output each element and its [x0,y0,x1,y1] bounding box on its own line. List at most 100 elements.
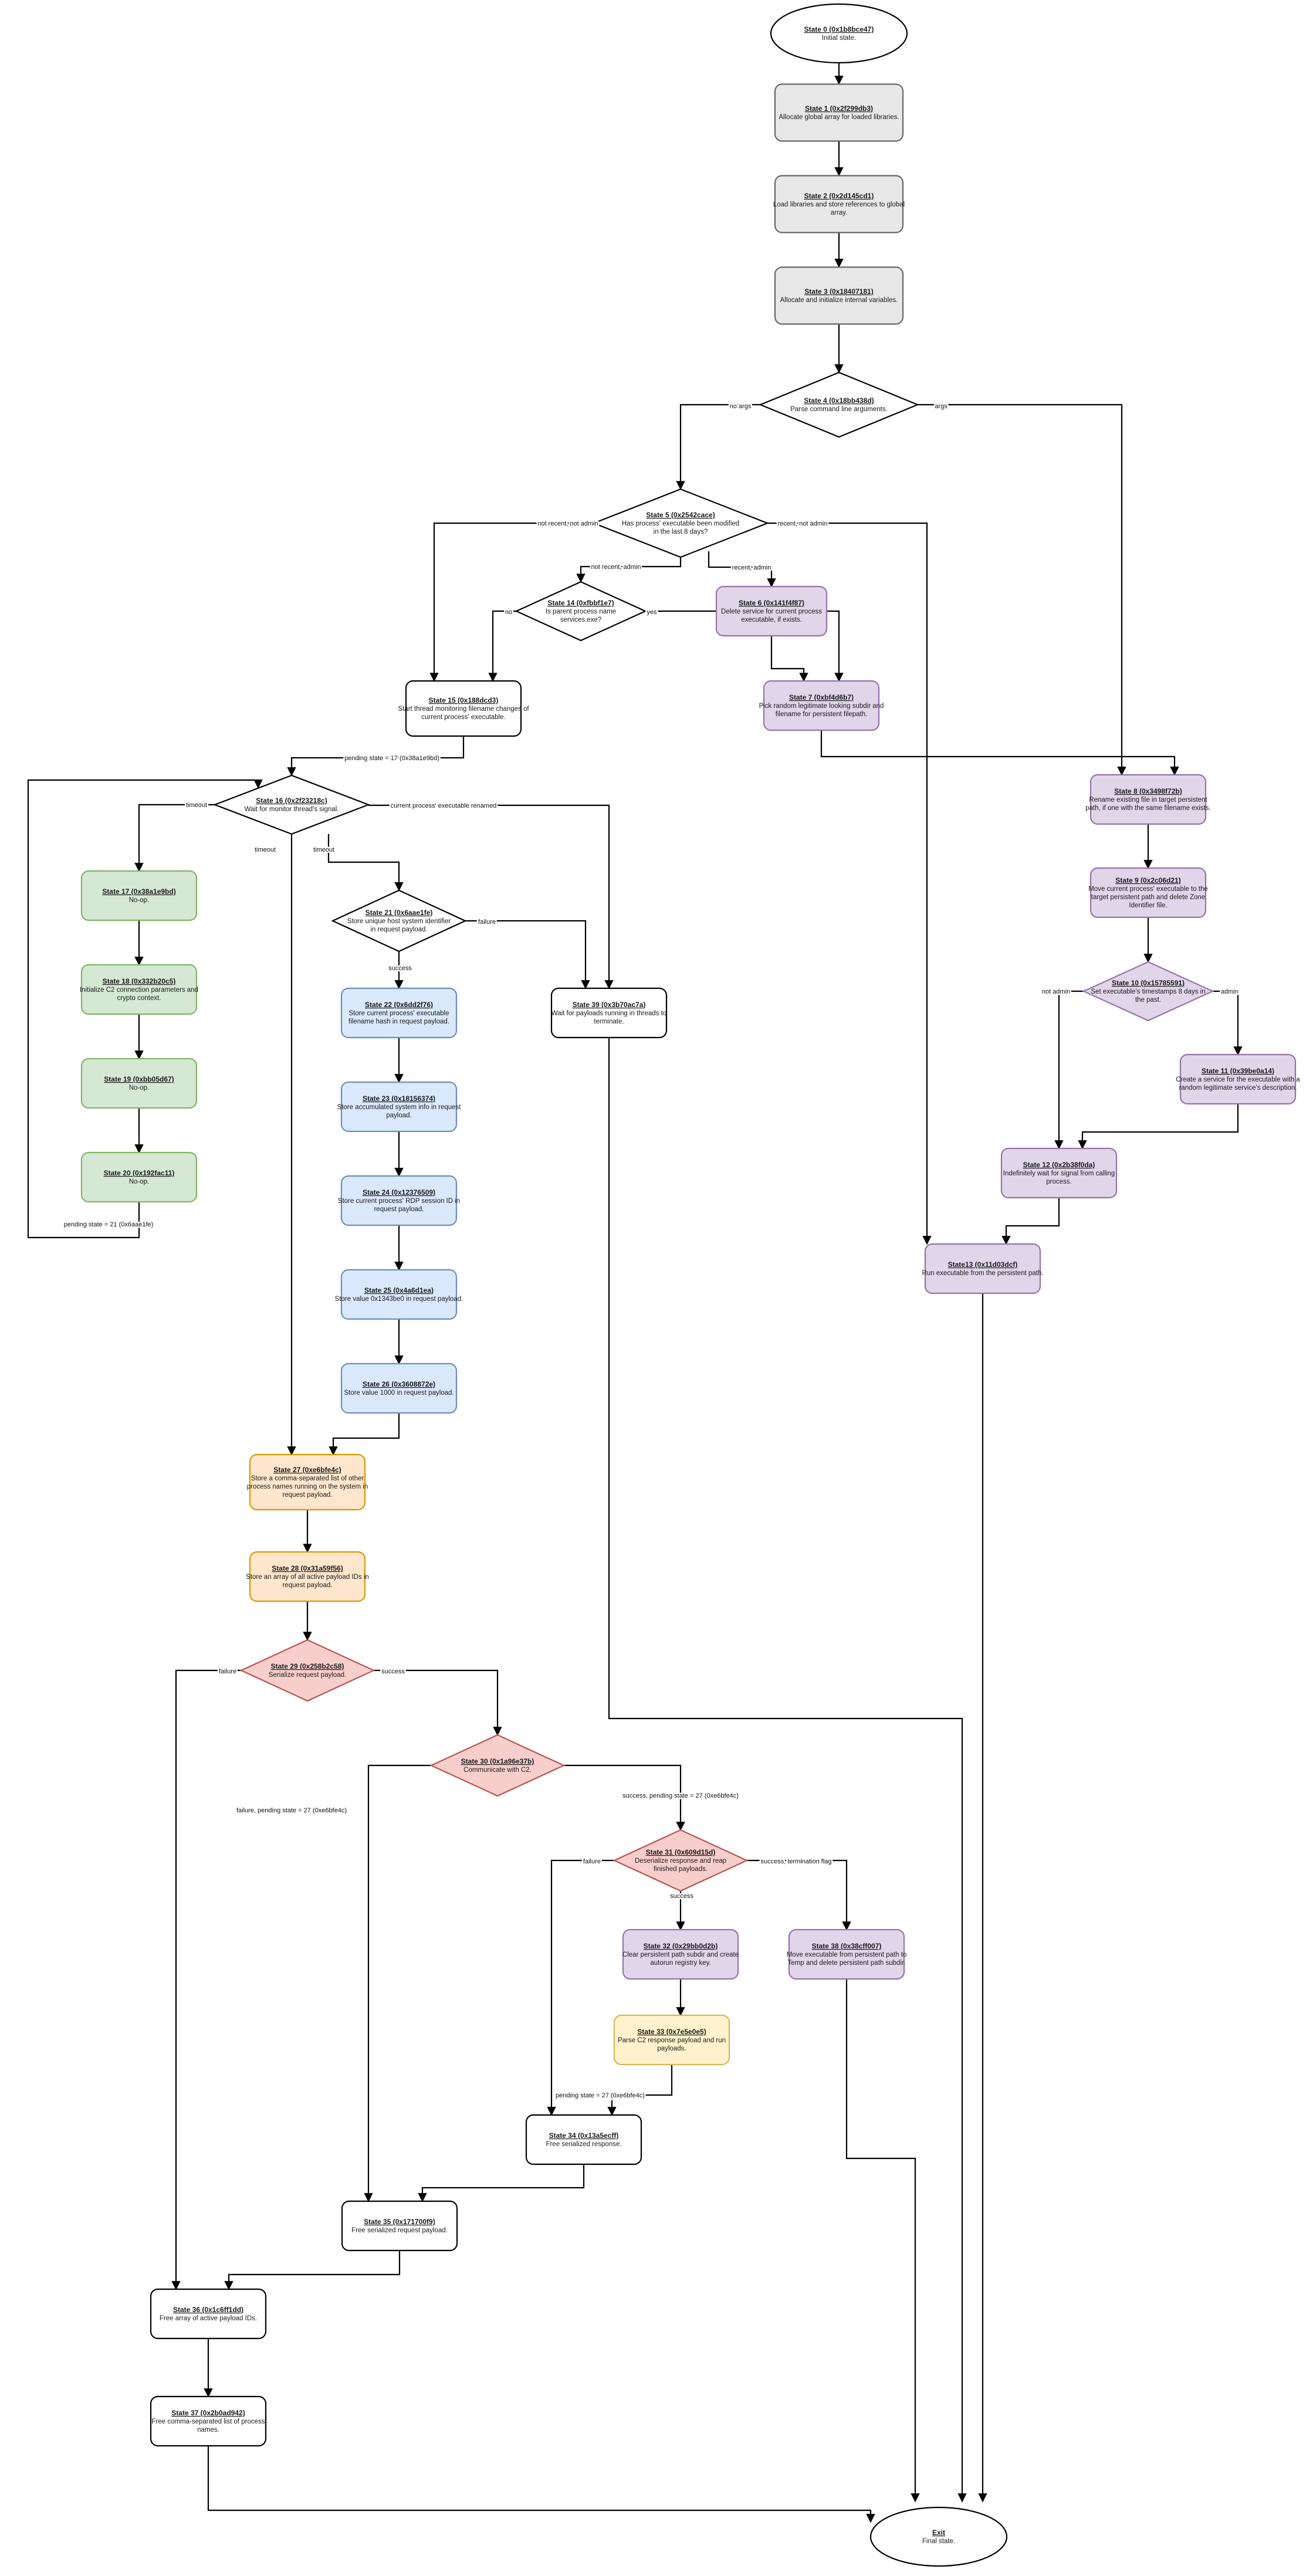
flow-node-s35[interactable]: State 35 (0x171700f9)Free serialized req… [341,2200,458,2252]
edge-label-e-s29-success: success [381,1668,405,1675]
flow-node-s9[interactable]: State 9 (0x2c06d21) Move current process'… [1088,867,1208,918]
flow-node-s2[interactable]: State 2 (0x2d145cd1)Load libraries and s… [773,175,905,233]
node-desc-s11-1: random legitimate service's description. [1179,1084,1297,1092]
node-desc-s37-1: names. [197,2426,219,2433]
node-desc-s33-0: Parse C2 response payload and run [618,2037,726,2044]
node-shape-s34 [525,2114,642,2165]
flow-node-s26[interactable]: State 26 (0x3608872e)Store value 1000 in… [340,1362,458,1414]
flow-node-s15[interactable]: State 15 (0x188dcd3) Start thread monitor… [398,680,529,737]
flow-node-s13[interactable]: State13 (0x11d03dcf)Run executable from … [922,1243,1044,1294]
node-desc-s38-1: Temp and delete persistent path subdir. [788,1960,906,1967]
flow-node-s7[interactable]: State 7 (0xbf4d6b7) Pick random legitimat… [759,680,884,731]
edge-label-e-timeout2: timeout [255,846,276,853]
node-desc-s7-0: Pick random legitimate looking subdir an… [759,703,884,710]
flow-node-s36[interactable]: State 36 (0x1c6ff1dd)Free array of activ… [150,2288,267,2340]
flow-node-s5[interactable]: State 5 (0x2542cace)Has process' executa… [591,488,770,558]
edge-label-e-s21-success: success [388,965,412,972]
flow-node-s1[interactable]: State 1 (0x2f299db3)Allocate global arra… [774,83,904,142]
node-title-s4: State 4 (0x18bb438d) [804,396,874,405]
node-desc-s29-0: Serialize request payload. [269,1672,346,1679]
flow-node-s6[interactable]: State 6 (0x141f4f87)Delete service for c… [715,585,828,637]
flow-node-s20[interactable]: State 20 (0x192fac11)No-op. [80,1151,198,1203]
node-desc-s17-0: No-op. [129,897,150,904]
flow-node-s30[interactable]: State 30 (0x1a96e37b) Communicate with C2… [429,1734,566,1797]
flow-node-s16[interactable]: State 16 (0x2f23218c)Wait for monitor th… [212,774,371,835]
node-desc-s32-0: Clear persistent path subdir and create [622,1951,739,1958]
node-desc-s9-1: target persistent path and delete Zone [1091,894,1205,901]
node-title-s17: State 17 (0x38a1e9bd) [102,887,175,896]
node-title-s28: State 28 (0x31a59f56) [272,1564,343,1572]
node-shape-s9 [1089,867,1207,918]
flow-node-s38[interactable]: State 38 (0x38cff007)Move executable fro… [787,1928,907,1980]
flow-node-s32[interactable]: State 32 (0x29bb0d2b)Clear persistent pa… [622,1928,739,1980]
node-desc-s23-0: Store accumulated system info in request [337,1104,462,1111]
flow-node-s33[interactable]: State 33 (0x7e5e0e5)Parse C2 response pa… [613,2014,730,2066]
node-desc-s25-0: Store value 0x1343be0 in request payload… [335,1296,463,1303]
node-shape-s16 [212,774,371,835]
node-title-s8: State 8 (0x3498f72b) [1114,787,1182,795]
flow-node-s21[interactable]: State 21 (0x6aae1fe)Store unique host sy… [331,889,467,953]
flow-node-exit[interactable]: ExitFinal state. [869,2506,1008,2567]
node-title-s13: State13 (0x11d03dcf) [948,1260,1018,1269]
flow-node-s18[interactable]: State 18 (0x332b20c5) Initialize C2 conne… [80,964,198,1015]
flow-node-s31[interactable]: State 31 (0x609d15d) Deserialize response… [612,1829,749,1892]
node-desc-s33-1: payloads. [657,2045,686,2052]
node-desc-s4-0: Parse command line arguments. [790,406,888,413]
node-title-s25: State 25 (0x4a6d1ea) [364,1286,434,1294]
edge-label-e-s31-term: success, termination flag [760,1858,831,1865]
flow-node-s39[interactable]: State 39 (0x3b70ac7a)Wait for payloads r… [550,987,668,1039]
node-desc-s8-0: Rename existing file in target persisten… [1089,796,1207,804]
node-desc-s18-0: Initialize C2 connection parameters and [80,987,198,994]
flowchart-canvas: State 0 (0x1b8bce47) Initial state. State … [0,0,1313,2576]
edge-label-e-notrecent: not recent, not admin [537,520,598,527]
edge-label-e-recentnotadm: recent, not admin [778,520,828,527]
node-desc-s12-1: process. [1046,1178,1071,1185]
flow-node-s17[interactable]: State 17 (0x38a1e9bd)No-op. [80,870,198,921]
flow-node-s19[interactable]: State 19 (0xbb05d67)No-op. [80,1057,198,1109]
node-title-s35: State 35 (0x171700f9) [364,2218,435,2226]
node-desc-s9-0: Move current process' executable to the [1088,886,1208,893]
node-desc-s2-0: Load libraries and store references to g… [773,201,905,208]
node-shape-s17 [80,870,198,921]
node-title-s1: State 1 (0x2f299db3) [805,104,873,113]
flow-node-s34[interactable]: State 34 (0x13a5ecff)Free serialized res… [525,2114,642,2165]
flow-node-s11[interactable]: State 11 (0x39be0a14)Create a service fo… [1176,1053,1300,1105]
edge-label-e-s29-failure: failure [219,1668,236,1675]
flow-node-s12[interactable]: State 12 (0x2b38f0da)Indefinitely wait f… [1000,1147,1118,1199]
edge-label-e-pend27-s33: pending state = 27 (0xe6bfe4c) [556,2092,645,2099]
flow-node-s37[interactable]: State 37 (0x2b0ad942)Free comma-separate… [150,2395,267,2447]
node-title-s9: State 9 (0x2c06d21) [1115,876,1180,884]
flow-node-s8[interactable]: State 8 (0x3498f72b)Rename existing file… [1085,774,1211,825]
node-desc-s18-1: crypto context. [117,995,161,1002]
flow-node-s10[interactable]: State 10 (0x15785591)Set executable's ti… [1082,961,1214,1022]
node-desc-s11-0: Create a service for the executable with… [1176,1076,1300,1083]
node-desc-s3-0: Allocate and initialize internal variabl… [780,297,898,304]
flow-node-s3[interactable]: State 3 (0x18407181)Allocate and initial… [774,266,904,325]
flow-node-s25[interactable]: State 25 (0x4a6d1ea) Store value 0x1343be… [335,1269,463,1320]
flow-node-s22[interactable]: State 22 (0x6dd2f76)Store current proces… [340,987,458,1039]
node-title-s14: State 14 (0xfbbf1e7) [547,599,614,607]
flow-node-s27[interactable]: State 27 (0xe6bfe4c)Store a comma-separa… [247,1453,368,1511]
flow-node-s0[interactable]: State 0 (0x1b8bce47) Initial state. [770,3,908,64]
node-title-s27: State 27 (0xe6bfe4c) [273,1466,341,1474]
edge-label-e-pend21: pending state = 21 (0x6aae1fe) [64,1221,154,1228]
node-title-s3: State 3 (0x18407181) [804,287,873,296]
node-desc-s22-0: Store current process' executable [349,1010,449,1017]
node-desc-s10-1: the past. [1135,996,1161,1004]
node-shape-s36 [150,2288,267,2340]
node-title-s0: State 0 (0x1b8bce47) [804,25,874,33]
flow-node-s29[interactable]: State 29 (0x258b2c58) Serialize request p… [239,1639,375,1702]
node-shape-s30 [429,1734,566,1797]
flow-node-s28[interactable]: State 28 (0x31a59f56) Store an array of a… [246,1551,369,1602]
node-shape-exit [869,2506,1008,2567]
edge-label-e-recentadm: recent, admin [732,564,771,571]
flow-node-s23[interactable]: State 23 (0x18156374)Store accumulated s… [337,1081,462,1133]
node-title-s39: State 39 (0x3b70ac7a) [573,1001,646,1009]
node-title-s12: State 12 (0x2b38f0da) [1023,1161,1095,1169]
flow-node-s4[interactable]: State 4 (0x18bb438d)Parse command line a… [759,371,919,438]
node-title-s18: State 18 (0x332b20c5) [103,977,176,985]
node-desc-s27-2: request payload. [282,1492,332,1499]
flow-node-s24[interactable]: State 24 (0x12376509)Store current proce… [338,1175,460,1226]
edge-label-e-timeout1: timeout [186,802,207,809]
flow-node-s14[interactable]: State 14 (0xfbbf1e7)Is parent process na… [515,581,647,642]
